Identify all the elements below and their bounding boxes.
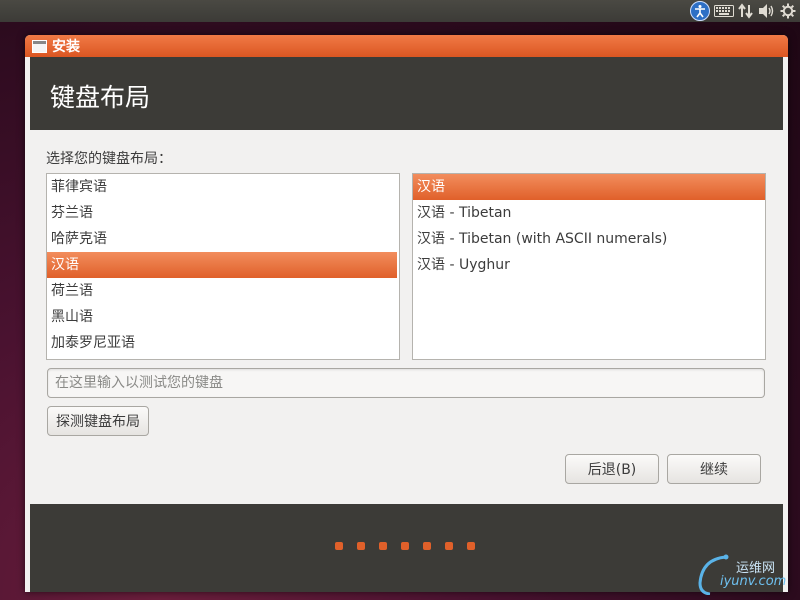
progress-dot <box>467 542 475 550</box>
layout-list-item[interactable]: 黑山语 <box>47 304 399 330</box>
progress-dot <box>423 542 431 550</box>
detect-layout-button[interactable]: 探测键盘布局 <box>47 406 149 436</box>
watermark-url: iyunv.com <box>720 574 787 589</box>
progress-footer <box>30 504 783 592</box>
layout-list-item-selected[interactable]: 汉语 <box>47 252 397 278</box>
variant-list-item[interactable]: 汉语 - Tibetan <box>413 200 765 226</box>
back-button[interactable]: 后退(B) <box>565 454 659 484</box>
keyboard-icon[interactable] <box>714 1 734 21</box>
keyboard-test-input[interactable] <box>47 368 765 398</box>
progress-dot <box>335 542 343 550</box>
installer-window: 安装 键盘布局 选择您的键盘布局： 菲律宾语 芬兰语 哈萨克语 汉语 荷兰语 黑… <box>25 35 788 592</box>
variant-list-item-selected[interactable]: 汉语 <box>413 174 765 200</box>
window-icon <box>32 39 47 53</box>
layout-list-item[interactable]: 加泰罗尼亚语 <box>47 330 399 356</box>
network-icon[interactable] <box>738 1 754 21</box>
page-title: 键盘布局 <box>50 83 151 112</box>
accessibility-icon[interactable] <box>690 1 710 21</box>
variant-list-item[interactable]: 汉语 - Tibetan (with ASCII numerals) <box>413 226 765 252</box>
volume-icon[interactable] <box>758 1 776 21</box>
progress-indicator <box>335 542 475 550</box>
window-titlebar[interactable]: 安装 <box>25 35 788 57</box>
layout-list-item[interactable]: 哈萨克语 <box>47 226 399 252</box>
gear-icon[interactable] <box>780 1 796 21</box>
keyboard-layout-list[interactable]: 菲律宾语 芬兰语 哈萨克语 汉语 荷兰语 黑山语 加泰罗尼亚语 <box>46 173 400 360</box>
progress-dot <box>357 542 365 550</box>
page-header: 键盘布局 <box>30 57 783 130</box>
top-panel <box>0 0 800 22</box>
variant-list-item[interactable]: 汉语 - Uyghur <box>413 252 765 278</box>
progress-dot <box>379 542 387 550</box>
progress-dot <box>401 542 409 550</box>
layout-list-item[interactable]: 荷兰语 <box>47 278 399 304</box>
keyboard-variant-list[interactable]: 汉语 汉语 - Tibetan 汉语 - Tibetan (with ASCII… <box>412 173 766 360</box>
progress-dot <box>445 542 453 550</box>
watermark: 运维网 iyunv.com <box>696 553 796 596</box>
layout-prompt-label: 选择您的键盘布局： <box>46 151 172 167</box>
window-title: 安装 <box>52 39 80 55</box>
layout-list-item[interactable]: 菲律宾语 <box>47 174 399 200</box>
continue-button[interactable]: 继续 <box>667 454 761 484</box>
layout-list-item[interactable]: 芬兰语 <box>47 200 399 226</box>
